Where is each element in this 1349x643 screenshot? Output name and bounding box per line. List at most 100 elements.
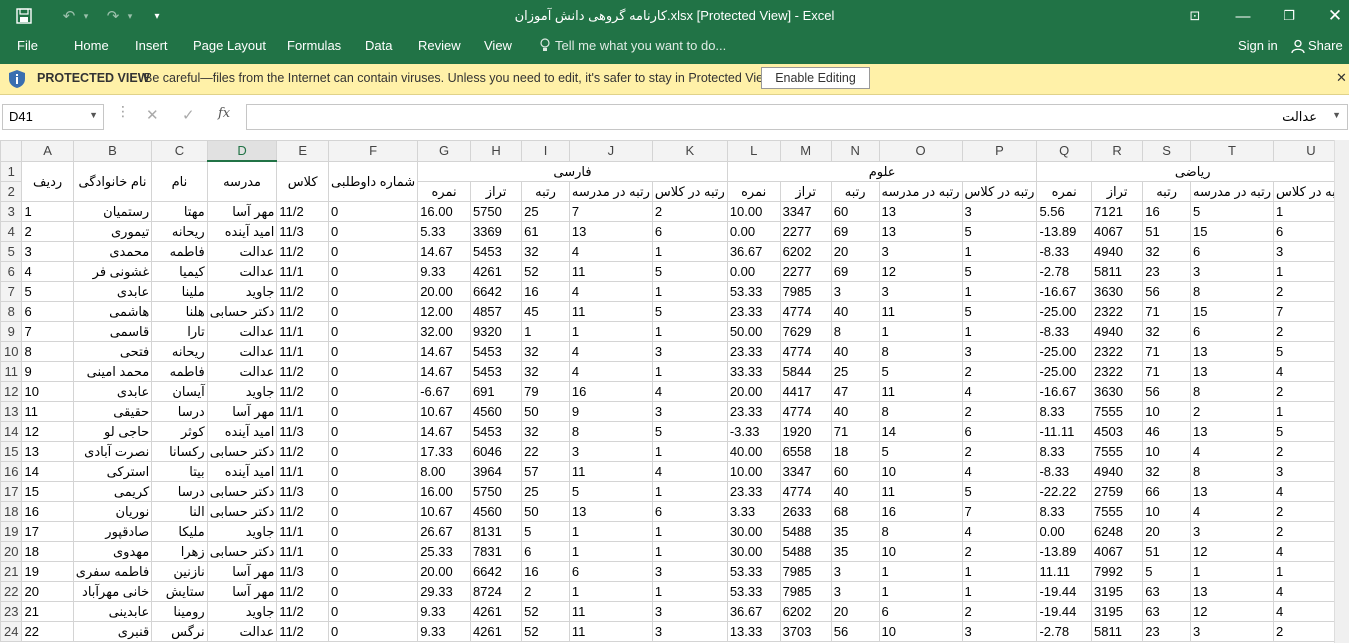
cell[interactable]: 9 (568, 400, 653, 422)
cell[interactable]: 32 (521, 340, 570, 362)
cell[interactable]: 4774 (779, 480, 832, 502)
cell[interactable]: 5 (961, 260, 1038, 282)
cell[interactable]: 13.33 (726, 620, 781, 642)
cell[interactable]: 11/2 (276, 360, 330, 382)
cell[interactable]: 8 (1189, 380, 1274, 402)
cell[interactable]: عدالت (206, 620, 278, 642)
cell[interactable]: 53.33 (726, 280, 781, 302)
cell[interactable]: 10 (1142, 500, 1191, 522)
cell[interactable]: 13 (878, 220, 963, 242)
cell[interactable]: محمد امینی (72, 360, 153, 382)
cell[interactable]: 8 (21, 340, 74, 362)
cell[interactable]: 3 (830, 560, 880, 582)
cell[interactable]: 0 (328, 220, 419, 242)
cell[interactable]: 0 (328, 320, 419, 342)
cell[interactable]: 7 (21, 320, 74, 342)
cell[interactable]: 1 (961, 280, 1038, 302)
column-header-c[interactable]: C (151, 140, 208, 162)
cell[interactable]: 3 (830, 580, 880, 602)
cell[interactable]: 11/2 (276, 600, 330, 622)
row-header[interactable]: 23 (0, 600, 23, 622)
close-icon[interactable]: ✕ (1322, 4, 1348, 28)
cell[interactable]: 6 (651, 500, 728, 522)
cell[interactable]: ریحانه (151, 220, 208, 242)
cell[interactable]: 4774 (779, 400, 832, 422)
cell[interactable]: 30.00 (726, 520, 781, 542)
cell[interactable]: 8 (878, 340, 963, 362)
cell[interactable]: 3630 (1091, 280, 1144, 302)
cell[interactable]: 4940 (1091, 320, 1144, 342)
close-bar-icon[interactable]: ✕ (1336, 70, 1347, 86)
cell[interactable]: 32 (1142, 240, 1191, 262)
cell[interactable]: 2 (521, 580, 570, 602)
header-class[interactable]: کلاس (276, 160, 330, 202)
tab-data[interactable]: Data (363, 38, 394, 53)
cell[interactable]: 4 (568, 340, 653, 362)
cell[interactable]: 3195 (1091, 580, 1144, 602)
cell[interactable]: 3 (1189, 520, 1274, 542)
cell[interactable]: درسا (151, 480, 208, 502)
cell[interactable]: 7831 (469, 540, 523, 562)
cell[interactable]: 23 (1142, 620, 1191, 642)
cell[interactable]: 1 (651, 520, 728, 542)
cancel-icon[interactable]: ✕ (146, 106, 159, 124)
cell[interactable]: 3 (830, 280, 880, 302)
cell[interactable]: 3 (21, 240, 74, 262)
cell[interactable]: 6 (568, 560, 653, 582)
row-header[interactable]: 19 (0, 520, 23, 542)
cell[interactable]: 20 (830, 600, 880, 622)
cell[interactable]: حقیقی (72, 400, 153, 422)
cell[interactable]: 9.33 (417, 260, 471, 282)
insert-function-icon[interactable]: fx (218, 106, 230, 121)
cell[interactable]: 3 (961, 620, 1038, 642)
cell[interactable]: فتحی (72, 340, 153, 362)
cell[interactable]: 2277 (779, 220, 832, 242)
cell[interactable]: 4 (1189, 440, 1274, 462)
cell[interactable]: -25.00 (1036, 300, 1093, 322)
cell[interactable]: 25 (521, 480, 570, 502)
cell[interactable]: 6 (521, 540, 570, 562)
cell[interactable]: مهدوی (72, 540, 153, 562)
row-header[interactable]: 10 (0, 340, 23, 362)
cell[interactable]: 10 (21, 380, 74, 402)
cell[interactable]: 8 (878, 400, 963, 422)
cell[interactable]: 50.00 (726, 320, 781, 342)
cell[interactable]: 52 (521, 260, 570, 282)
cell[interactable]: 1920 (779, 420, 832, 442)
subheader-cell[interactable]: نمره (726, 180, 781, 202)
cell[interactable]: 11/2 (276, 300, 330, 322)
tab-review[interactable]: Review (416, 38, 463, 53)
cell[interactable]: 6642 (469, 280, 523, 302)
cell[interactable]: -3.33 (726, 420, 781, 442)
cell[interactable]: دکتر حسابی (206, 500, 278, 522)
cell[interactable]: جاوید (206, 380, 278, 402)
cell[interactable]: 14.67 (417, 340, 471, 362)
cell[interactable]: 4067 (1091, 220, 1144, 242)
cell[interactable]: 7985 (779, 580, 832, 602)
select-all-corner[interactable] (0, 140, 23, 162)
cell[interactable]: 5750 (469, 480, 523, 502)
cell[interactable]: کیمیا (151, 260, 208, 282)
cell[interactable]: 3369 (469, 220, 523, 242)
cell[interactable]: 0 (328, 460, 419, 482)
cell[interactable]: 60 (830, 200, 880, 222)
ribbon-display-icon[interactable]: ⊡ (1182, 4, 1208, 28)
tab-page-layout[interactable]: Page Layout (191, 38, 268, 53)
cell[interactable]: 11 (568, 600, 653, 622)
cell[interactable]: 3 (651, 620, 728, 642)
cell[interactable]: هلنا (151, 300, 208, 322)
cell[interactable]: نوریان (72, 500, 153, 522)
cell[interactable]: 0 (328, 440, 419, 462)
cell[interactable]: 3 (651, 560, 728, 582)
row-header[interactable]: 1 (0, 160, 23, 182)
cell[interactable]: 1 (521, 320, 570, 342)
cell[interactable]: 11/2 (276, 580, 330, 602)
column-header-i[interactable]: I (521, 140, 570, 162)
cell[interactable]: 5 (1142, 560, 1191, 582)
cell[interactable]: 5453 (469, 420, 523, 442)
cell[interactable]: 57 (521, 460, 570, 482)
cell[interactable]: 22 (521, 440, 570, 462)
cell[interactable]: 8.33 (1036, 400, 1093, 422)
cell[interactable]: 2277 (779, 260, 832, 282)
cell[interactable]: 8 (568, 420, 653, 442)
